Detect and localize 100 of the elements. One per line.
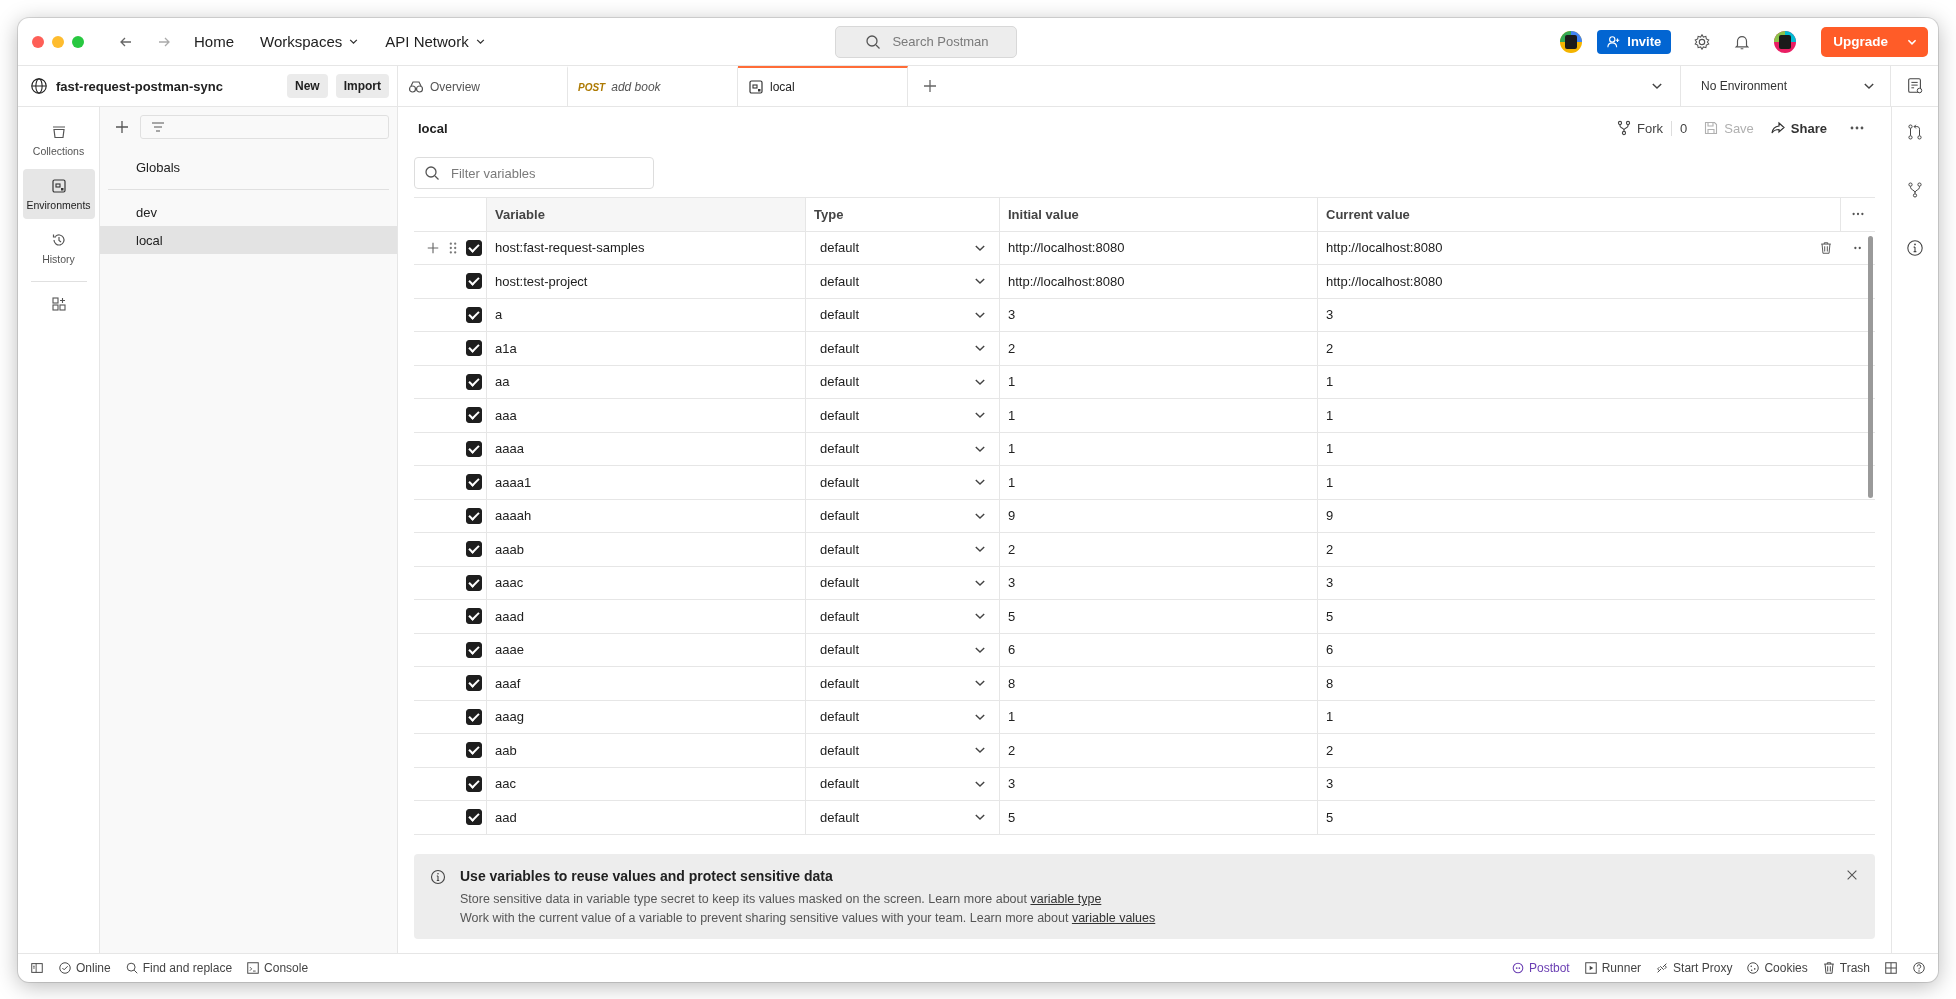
environment-dropdown[interactable]: No Environment (1680, 66, 1890, 106)
status-bar-item[interactable]: Postbot (1511, 961, 1570, 975)
type-dropdown[interactable]: default (806, 466, 1000, 499)
type-dropdown[interactable]: default (806, 265, 1000, 298)
workspace-action-button[interactable]: Import (335, 74, 389, 98)
status-bar-item[interactable]: Console (246, 961, 309, 975)
checkbox[interactable] (466, 675, 482, 692)
delete-icon[interactable] (1819, 240, 1833, 255)
environment-list-item[interactable]: local (100, 226, 397, 254)
pull-request-icon[interactable] (1906, 123, 1924, 141)
table-row[interactable]: aac default 3 3 (414, 767, 1875, 801)
type-dropdown[interactable]: default (806, 332, 1000, 365)
table-row[interactable]: aaab default 2 2 (414, 533, 1875, 567)
sidebar-nav-item[interactable]: Environments (22, 169, 95, 219)
learn-more-link[interactable]: variable values (1071, 911, 1156, 925)
checkbox[interactable] (466, 407, 482, 424)
help-icon[interactable] (1912, 961, 1926, 975)
globals-list-item[interactable]: Globals (100, 153, 397, 181)
checkbox[interactable] (466, 373, 482, 390)
type-dropdown[interactable]: default (806, 734, 1000, 767)
checkbox[interactable] (466, 809, 482, 826)
sidebar-nav-item[interactable]: Collections (22, 115, 95, 165)
table-row[interactable]: aa default 1 1 (414, 365, 1875, 399)
checkbox[interactable] (466, 708, 482, 725)
avatar-icon[interactable] (1559, 29, 1584, 54)
close-icon[interactable] (1845, 868, 1859, 882)
checkbox[interactable] (466, 775, 482, 792)
table-row[interactable]: aaaah default 9 9 (414, 499, 1875, 533)
status-bar-item[interactable]: Cookies (1746, 961, 1808, 975)
table-row[interactable]: aaag default 1 1 (414, 700, 1875, 734)
checkbox[interactable] (466, 440, 482, 457)
filter-variables-field[interactable]: Filter variables (414, 157, 654, 189)
layout-grid-icon[interactable] (1884, 961, 1898, 975)
status-bar-item[interactable]: Online (58, 961, 111, 975)
type-dropdown[interactable]: default (806, 533, 1000, 566)
environment-list-item[interactable]: dev (100, 198, 397, 226)
table-row[interactable]: host:fast-request-samples default http://localhost:8080 http://localhost:8080 (414, 231, 1875, 265)
status-bar-item[interactable]: Runner (1583, 961, 1642, 975)
fork-button[interactable]: Fork (1616, 120, 1663, 136)
settings-icon[interactable] (1693, 32, 1712, 51)
type-dropdown[interactable]: default (806, 667, 1000, 700)
editor-tab[interactable]: local (738, 66, 908, 106)
table-row[interactable]: aad default 5 5 (414, 801, 1875, 835)
scrollbar-thumb[interactable] (1868, 236, 1873, 498)
checkbox[interactable] (466, 474, 482, 491)
workspace-action-button[interactable]: New (286, 74, 328, 98)
fork-icon[interactable] (1906, 181, 1924, 199)
table-row[interactable]: aaaa1 default 1 1 (414, 466, 1875, 500)
table-row[interactable]: aaaf default 8 8 (414, 667, 1875, 701)
type-dropdown[interactable]: default (806, 231, 1000, 264)
nav-menu-button[interactable]: Workspaces (260, 33, 360, 50)
type-dropdown[interactable]: default (806, 399, 1000, 432)
table-row[interactable]: host:test-project default http://localhost:8080 http://localhost:8080 (414, 265, 1875, 299)
table-row[interactable]: aaae default 6 6 (414, 633, 1875, 667)
type-dropdown[interactable]: default (806, 566, 1000, 599)
status-bar-item[interactable]: Trash (1821, 961, 1870, 975)
type-dropdown[interactable]: default (806, 633, 1000, 666)
checkbox[interactable] (466, 608, 482, 625)
nav-menu-button[interactable]: Home (194, 33, 234, 50)
checkbox[interactable] (466, 541, 482, 558)
nav-menu-button[interactable]: API Network (385, 33, 486, 50)
type-dropdown[interactable]: default (806, 432, 1000, 465)
checkbox[interactable] (466, 507, 482, 524)
filter-field[interactable] (140, 115, 389, 139)
table-row[interactable]: aaad default 5 5 (414, 600, 1875, 634)
table-row[interactable]: aaa default 1 1 (414, 399, 1875, 433)
type-dropdown[interactable]: default (806, 767, 1000, 800)
sidebar-nav-item[interactable]: History (22, 223, 95, 273)
avatar-icon[interactable] (1773, 29, 1798, 54)
checkbox[interactable] (466, 273, 482, 290)
search-field[interactable]: Search Postman (835, 25, 1018, 58)
add-workbench-icon[interactable] (50, 296, 67, 312)
type-dropdown[interactable]: default (806, 700, 1000, 733)
type-dropdown[interactable]: default (806, 365, 1000, 398)
checkbox[interactable] (466, 239, 482, 256)
checkbox[interactable] (466, 306, 482, 323)
share-button[interactable]: Share (1769, 120, 1827, 136)
invite-button[interactable]: Invite (1597, 29, 1672, 54)
checkbox[interactable] (466, 641, 482, 658)
checkbox[interactable] (466, 340, 482, 357)
table-row[interactable]: aaaa default 1 1 (414, 432, 1875, 466)
table-row[interactable]: aaac default 3 3 (414, 566, 1875, 600)
status-bar-item[interactable]: Start Proxy (1655, 961, 1733, 975)
type-dropdown[interactable]: default (806, 499, 1000, 532)
status-bar-item[interactable]: Find and replace (124, 961, 233, 975)
new-tab-icon[interactable] (922, 78, 938, 94)
close-window-button[interactable] (32, 35, 44, 48)
checkbox[interactable] (466, 574, 482, 591)
add-icon[interactable] (114, 119, 130, 135)
table-row[interactable]: a default 3 3 (414, 298, 1875, 332)
info-icon[interactable] (1906, 239, 1924, 257)
type-dropdown[interactable]: default (806, 298, 1000, 331)
type-dropdown[interactable]: default (806, 600, 1000, 633)
environment-quick-look-icon[interactable] (1905, 77, 1924, 95)
learn-more-link[interactable]: variable type (1030, 892, 1102, 906)
checkbox[interactable] (466, 742, 482, 759)
table-row[interactable]: aab default 2 2 (414, 734, 1875, 768)
table-row[interactable]: a1a default 2 2 (414, 332, 1875, 366)
toggle-sidebar-icon[interactable] (30, 961, 44, 975)
editor-tab[interactable]: Overview (398, 66, 568, 106)
